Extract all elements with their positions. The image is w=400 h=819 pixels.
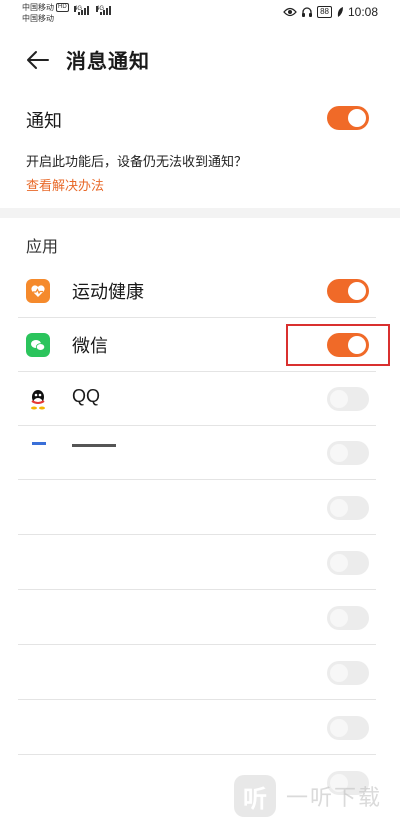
app-toggle[interactable] bbox=[327, 551, 369, 575]
app-toggle[interactable] bbox=[327, 716, 369, 740]
list-item[interactable] bbox=[0, 645, 400, 700]
leaf-icon bbox=[337, 7, 343, 17]
page-header: 消息通知 bbox=[0, 36, 400, 84]
toggle-knob bbox=[330, 609, 348, 627]
watermark-logo: 听 bbox=[233, 775, 276, 817]
app-row-qq[interactable]: QQ bbox=[0, 372, 400, 426]
signal-icon-2: 4G bbox=[96, 6, 111, 15]
carrier-name-2: 中国移动 bbox=[22, 14, 54, 23]
health-app-icon bbox=[26, 279, 50, 303]
app-toggle[interactable] bbox=[327, 661, 369, 685]
app-row-health[interactable]: 运动健康 bbox=[0, 264, 400, 318]
highlight-box bbox=[286, 324, 390, 366]
list-item[interactable] bbox=[0, 480, 400, 535]
toggle-knob bbox=[330, 499, 348, 517]
watermark-text: 一听下载 bbox=[285, 786, 382, 811]
hd-badge: HD bbox=[56, 3, 69, 13]
qq-app-icon bbox=[26, 387, 50, 411]
app-toggle[interactable] bbox=[327, 606, 369, 630]
app-toggle[interactable] bbox=[327, 441, 369, 465]
battery-icon: 88 bbox=[317, 6, 332, 18]
app-icon-partial bbox=[32, 442, 46, 445]
carrier-name-1: 中国移动 bbox=[22, 3, 54, 12]
toggle-knob bbox=[330, 664, 348, 682]
status-right: 88 10:08 bbox=[283, 5, 378, 19]
toggle-knob bbox=[330, 444, 348, 462]
app-label: 微信 bbox=[72, 336, 108, 357]
notify-description: 开启此功能后，设备仍无法收到通知？ bbox=[26, 155, 248, 170]
carrier-info: 中国移动 HD 中国移动 bbox=[22, 2, 69, 24]
notify-label: 通知 bbox=[26, 111, 62, 132]
list-item[interactable] bbox=[0, 700, 400, 755]
toggle-knob bbox=[330, 554, 348, 572]
page-title: 消息通知 bbox=[66, 49, 150, 73]
apps-section-title: 应用 bbox=[26, 237, 59, 256]
toggle-knob bbox=[330, 719, 348, 737]
toggle-knob bbox=[348, 282, 366, 300]
help-link[interactable]: 查看解决办法 bbox=[26, 175, 104, 194]
notification-settings-screen: 中国移动 HD 中国移动 4G 4G 88 10:08 消息通知 通知 开启此功能… bbox=[0, 0, 400, 819]
toggle-knob bbox=[348, 109, 366, 127]
section-divider bbox=[0, 208, 400, 218]
wechat-app-icon bbox=[26, 333, 50, 357]
app-label: QQ bbox=[72, 386, 101, 406]
notify-toggle[interactable] bbox=[327, 106, 369, 130]
health-toggle[interactable] bbox=[327, 279, 369, 303]
app-label: 运动健康 bbox=[72, 282, 144, 303]
list-item[interactable] bbox=[0, 535, 400, 590]
app-label-partial bbox=[72, 444, 116, 447]
signal-icon: 4G bbox=[74, 6, 89, 15]
headphone-icon bbox=[302, 7, 313, 17]
arrow-left-icon[interactable] bbox=[24, 46, 52, 74]
clock: 10:08 bbox=[347, 5, 378, 19]
toggle-knob bbox=[330, 390, 348, 408]
watermark: 听 一听下载 bbox=[233, 775, 382, 817]
eye-icon bbox=[283, 7, 297, 17]
app-toggle[interactable] bbox=[327, 496, 369, 520]
status-bar: 中国移动 HD 中国移动 4G 4G 88 10:08 bbox=[0, 0, 400, 26]
list-item[interactable] bbox=[0, 590, 400, 645]
app-row-partial[interactable] bbox=[0, 426, 400, 480]
qq-toggle[interactable] bbox=[327, 387, 369, 411]
